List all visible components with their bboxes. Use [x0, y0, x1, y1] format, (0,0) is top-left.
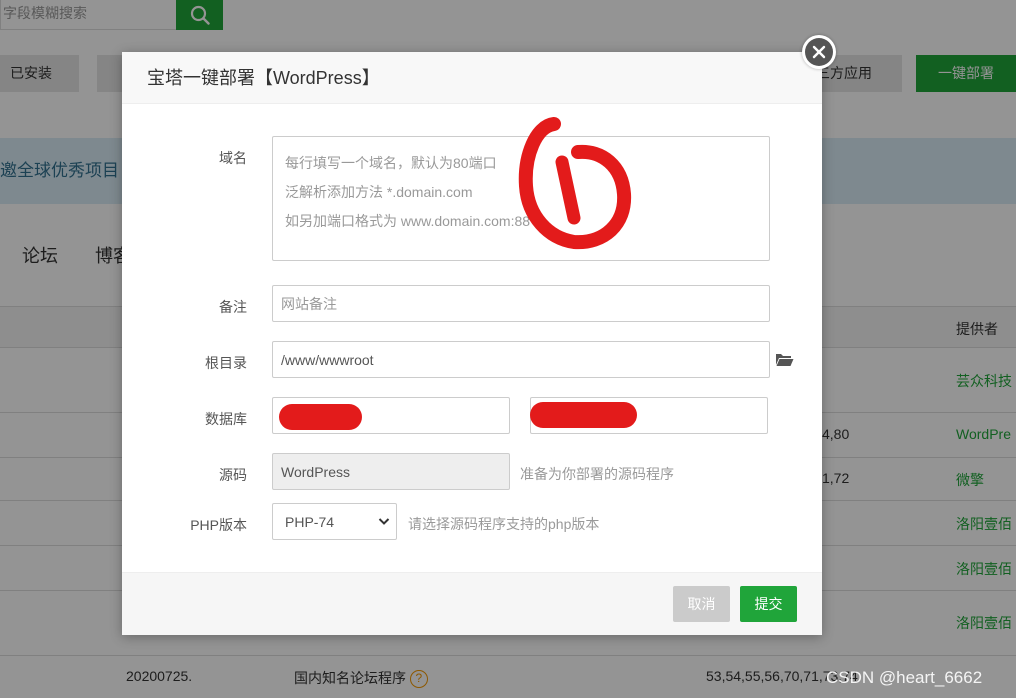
database-label: 数据库 — [205, 411, 247, 427]
redaction-mark — [279, 404, 362, 430]
php-version-label: PHP版本 — [190, 517, 247, 533]
deploy-dialog: 宝塔一键部署【WordPress】 域名 备注 根目录 数据库 源码 准备为你部… — [122, 35, 836, 635]
domain-label: 域名 — [219, 150, 247, 166]
dialog-footer: 取消 提交 — [122, 572, 822, 635]
dialog-title: 宝塔一键部署【WordPress】 — [122, 52, 822, 104]
remark-input[interactable] — [272, 285, 770, 322]
close-button[interactable] — [802, 35, 836, 69]
source-hint: 准备为你部署的源码程序 — [520, 466, 674, 482]
php-version-select[interactable]: PHP-74 — [272, 503, 397, 540]
cancel-button[interactable]: 取消 — [673, 586, 730, 622]
folder-icon[interactable] — [775, 352, 794, 367]
source-input — [272, 453, 510, 490]
php-version-hint: 请选择源码程序支持的php版本 — [408, 516, 600, 532]
root-dir-input[interactable] — [272, 341, 770, 378]
watermark: CSDN @heart_6662 — [826, 668, 983, 687]
annotation-mark — [518, 117, 632, 250]
redaction-mark — [530, 402, 637, 428]
close-icon — [805, 38, 833, 66]
submit-button[interactable]: 提交 — [740, 586, 797, 622]
root-dir-label: 根目录 — [205, 355, 247, 371]
source-label: 源码 — [219, 467, 247, 483]
remark-label: 备注 — [219, 299, 247, 315]
